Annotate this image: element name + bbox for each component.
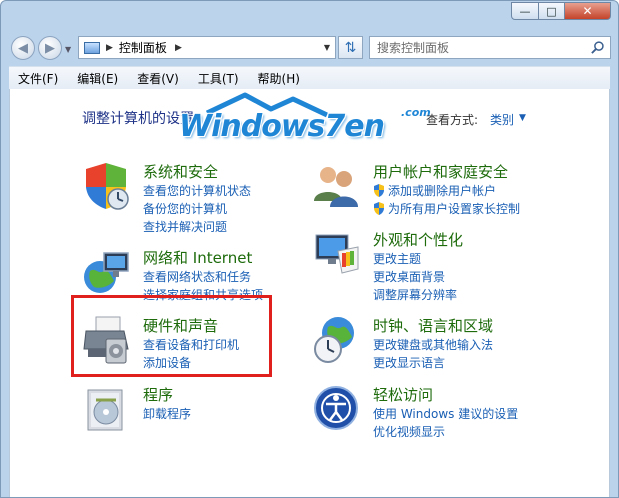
recent-pages-dropdown[interactable]: ▼ — [65, 45, 71, 54]
refresh-button[interactable]: ⇅ — [338, 36, 363, 59]
monitor-palette-icon — [315, 234, 359, 274]
search-icon[interactable] — [590, 40, 605, 55]
category-user-accounts: 用户帐户和家庭安全 添加或删除用户帐户 为所有用户设置家长控制 — [312, 161, 572, 221]
link-parental-controls-row: 为所有用户设置家长控制 — [373, 200, 520, 217]
shield-icon — [86, 163, 129, 210]
control-panel-icon — [84, 41, 100, 54]
view-by-dropdown[interactable]: 类别 — [490, 111, 514, 128]
address-bar[interactable]: ▶ 控制面板 ▶ ▼ — [78, 36, 336, 59]
address-row: ◀ ▶ ▼ ▶ 控制面板 ▶ ▼ ⇅ 搜索控制面板 — [1, 33, 618, 63]
link-change-display-language[interactable]: 更改显示语言 — [373, 354, 445, 371]
logo-text: Windows7en — [179, 109, 385, 144]
clock-globe-icon — [314, 317, 354, 363]
breadcrumb-chevron-icon[interactable]: ▶ — [106, 43, 113, 53]
address-dropdown-icon[interactable]: ▼ — [324, 43, 330, 52]
search-input[interactable]: 搜索控制面板 — [369, 36, 611, 59]
menu-tools[interactable]: 工具(T) — [189, 70, 249, 87]
highlight-box — [71, 295, 272, 377]
category-title-network-internet[interactable]: 网络和 Internet — [143, 247, 252, 268]
back-button[interactable]: ◀ — [11, 36, 35, 60]
menu-help[interactable]: 帮助(H) — [249, 70, 310, 87]
programs-disc-icon — [87, 389, 123, 431]
link-add-remove-accounts[interactable]: 添加或删除用户帐户 — [388, 184, 496, 198]
link-troubleshoot[interactable]: 查找并解决问题 — [143, 218, 227, 235]
category-title-appearance[interactable]: 外观和个性化 — [373, 229, 463, 250]
refresh-icon: ⇅ — [344, 39, 357, 56]
category-title-programs[interactable]: 程序 — [143, 384, 173, 405]
category-programs: 程序 卸载程序 — [82, 384, 302, 434]
users-icon — [314, 167, 358, 207]
back-arrow-icon: ◀ — [18, 40, 28, 56]
forward-arrow-icon: ▶ — [45, 40, 55, 56]
menu-edit[interactable]: 编辑(E) — [68, 70, 128, 87]
view-by-label: 查看方式: — [426, 113, 479, 127]
ease-of-access-icon — [314, 386, 358, 430]
link-parental-controls[interactable]: 为所有用户设置家长控制 — [388, 202, 520, 216]
uac-shield-icon — [374, 202, 384, 215]
link-optimize-display[interactable]: 优化视频显示 — [373, 423, 445, 440]
link-view-computer-status[interactable]: 查看您的计算机状态 — [143, 182, 251, 199]
category-ease-of-access: 轻松访问 使用 Windows 建议的设置 优化视频显示 — [312, 384, 572, 444]
uac-shield-icon — [374, 184, 384, 197]
category-title-user-accounts[interactable]: 用户帐户和家庭安全 — [373, 161, 508, 182]
link-change-input-method[interactable]: 更改键盘或其他输入法 — [373, 336, 493, 353]
watermark-logo: Windows7en .com — [167, 91, 431, 149]
category-title-system-security[interactable]: 系统和安全 — [143, 161, 218, 182]
search-placeholder: 搜索控制面板 — [377, 41, 450, 55]
breadcrumb-chevron-icon[interactable]: ▶ — [175, 43, 182, 53]
control-panel-window: — □ ✕ ◀ ▶ ▼ ▶ 控制面板 ▶ ▼ ⇅ 搜索控制面板 文件(F) 编辑… — [0, 0, 619, 498]
category-title-clock-language[interactable]: 时钟、语言和区域 — [373, 315, 493, 336]
link-change-theme[interactable]: 更改主题 — [373, 250, 421, 267]
link-screen-resolution[interactable]: 调整屏幕分辨率 — [373, 286, 457, 303]
link-add-remove-accounts-row: 添加或删除用户帐户 — [373, 182, 496, 199]
maximize-button[interactable]: □ — [538, 2, 565, 20]
chevron-down-icon[interactable]: ▼ — [519, 113, 526, 123]
category-appearance: 外观和个性化 更改主题 更改桌面背景 调整屏幕分辨率 — [312, 229, 572, 304]
minimize-button[interactable]: — — [511, 2, 539, 20]
menu-bar: 文件(F) 编辑(E) 查看(V) 工具(T) 帮助(H) — [9, 66, 610, 90]
link-backup-computer[interactable]: 备份您的计算机 — [143, 200, 227, 217]
link-view-network-status[interactable]: 查看网络状态和任务 — [143, 268, 251, 285]
network-globe-icon — [84, 252, 129, 293]
breadcrumb-control-panel[interactable]: 控制面板 — [119, 39, 167, 56]
link-uninstall-program[interactable]: 卸载程序 — [143, 405, 191, 422]
title-bar: — □ ✕ — [1, 1, 618, 33]
menu-view[interactable]: 查看(V) — [128, 70, 189, 87]
link-recommended-settings[interactable]: 使用 Windows 建议的设置 — [373, 405, 518, 422]
category-system-security: 系统和安全 查看您的计算机状态 备份您的计算机 查找并解决问题 — [82, 161, 302, 236]
forward-button[interactable]: ▶ — [38, 36, 62, 60]
close-button[interactable]: ✕ — [564, 2, 611, 20]
category-clock-language: 时钟、语言和区域 更改键盘或其他输入法 更改显示语言 — [312, 315, 572, 375]
menu-file[interactable]: 文件(F) — [9, 70, 68, 87]
content-pane: 调整计算机的设置 Windows7en .com 查看方式: 类别 ▼ 系统和安… — [9, 89, 610, 497]
link-change-background[interactable]: 更改桌面背景 — [373, 268, 445, 285]
category-title-ease-of-access[interactable]: 轻松访问 — [373, 384, 433, 405]
